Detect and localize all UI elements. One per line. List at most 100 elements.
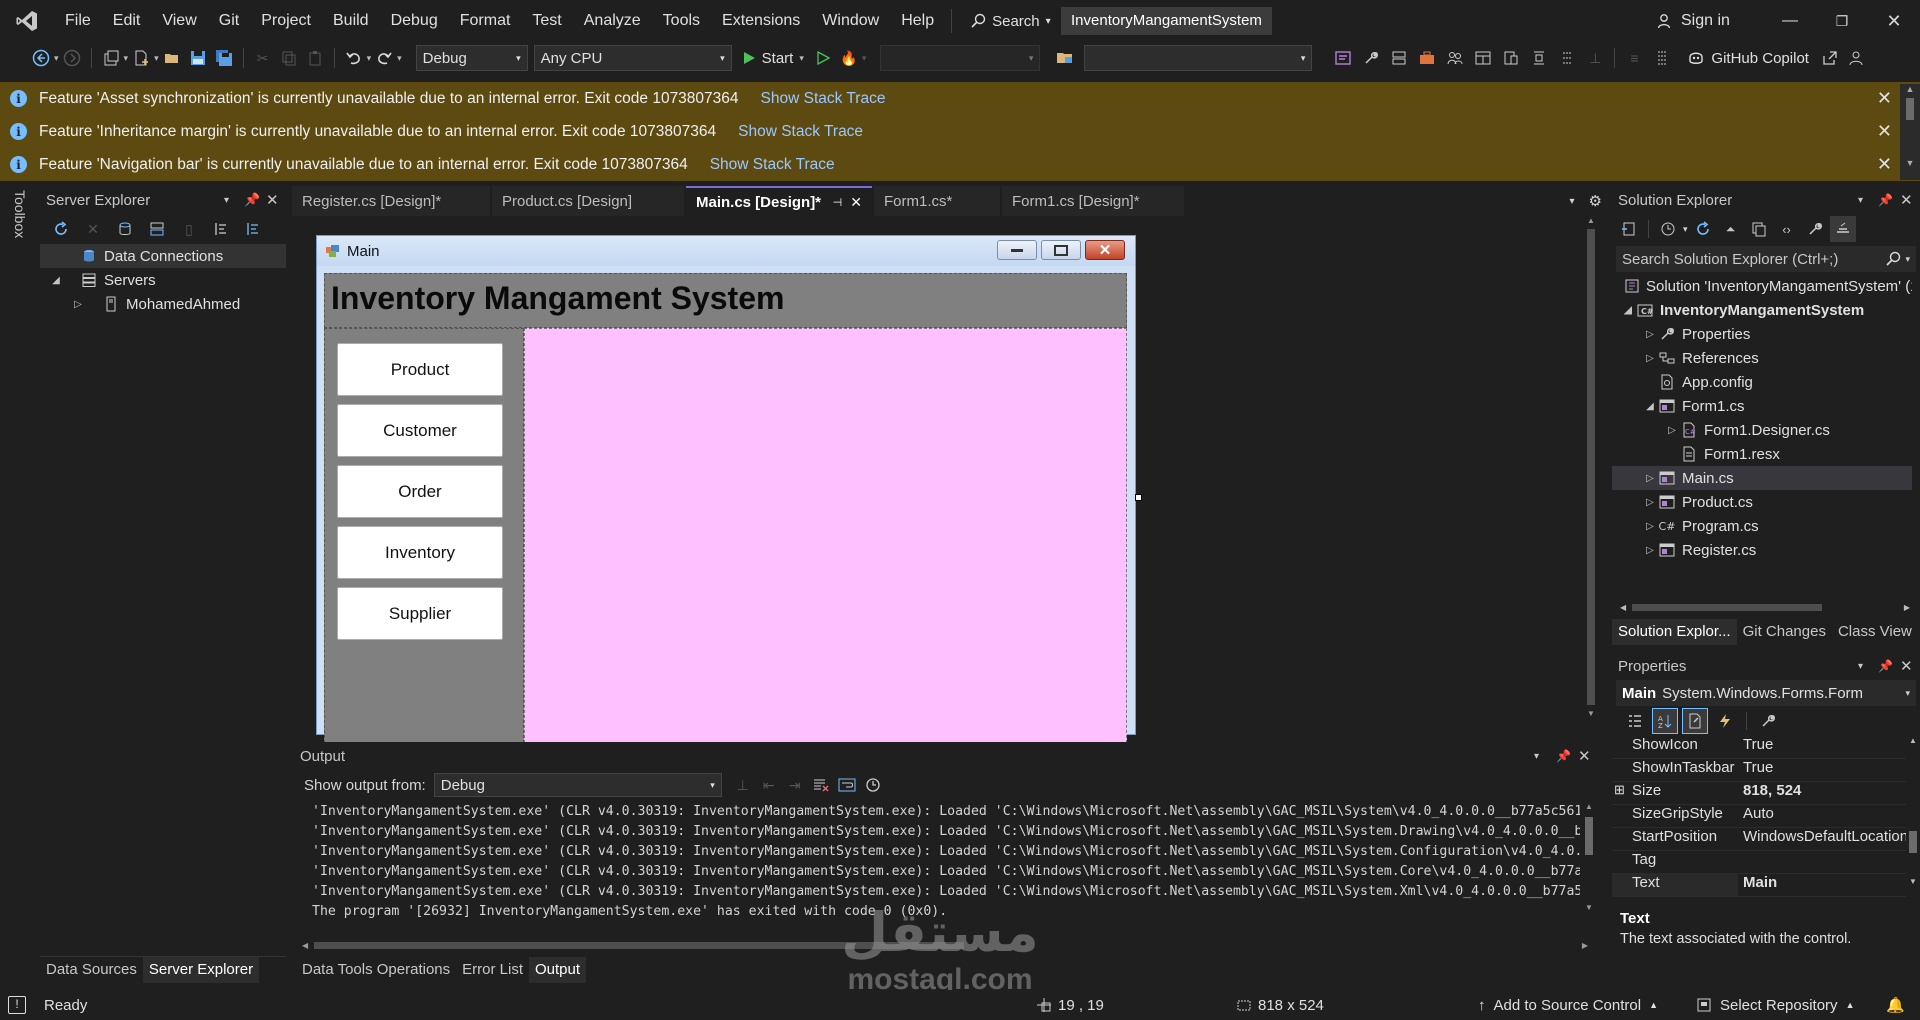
minimize-window-button[interactable]: — bbox=[1764, 4, 1816, 38]
scroll-right-icon[interactable]: ▶ bbox=[1904, 603, 1910, 612]
pin-icon[interactable]: 📌 bbox=[1878, 659, 1900, 673]
collapsed-arrow-icon[interactable]: ▷ bbox=[1642, 329, 1658, 340]
find-in-output-button[interactable]: ⊥ bbox=[730, 772, 756, 798]
hot-reload-button[interactable]: 🔥 bbox=[836, 45, 862, 71]
connect-server-button[interactable] bbox=[144, 216, 170, 242]
notification-status-icon[interactable]: ! bbox=[8, 996, 26, 1014]
form-close-button[interactable]: ✕ bbox=[1085, 240, 1125, 260]
toolbox-tab[interactable]: Toolbox bbox=[12, 190, 28, 260]
cut-button[interactable]: ✂ bbox=[250, 45, 276, 71]
customer-button[interactable]: Customer bbox=[337, 404, 503, 457]
menu-window[interactable]: Window bbox=[811, 0, 890, 42]
show-all-files-button[interactable] bbox=[1746, 216, 1772, 242]
tab-output[interactable]: Output bbox=[528, 957, 587, 983]
expanded-arrow-icon[interactable]: ◢ bbox=[48, 275, 64, 286]
form-maximize-button[interactable] bbox=[1041, 240, 1081, 260]
start-without-debugging-button[interactable] bbox=[810, 45, 836, 71]
select-repository-button[interactable]: Select Repository ▲ bbox=[1696, 997, 1854, 1014]
scroll-left-icon[interactable]: ◀ bbox=[1620, 603, 1626, 612]
scroll-up-icon[interactable]: ▲ bbox=[1900, 84, 1920, 94]
close-icon[interactable]: ✕ bbox=[266, 191, 286, 209]
inventory-button[interactable]: Inventory bbox=[337, 526, 503, 579]
collapse-all-button[interactable] bbox=[208, 216, 234, 242]
chevron-down-icon[interactable]: ▾ bbox=[224, 195, 244, 206]
open-file-button[interactable] bbox=[159, 45, 185, 71]
show-stack-trace-link[interactable]: Show Stack Trace bbox=[761, 90, 886, 108]
center-button[interactable]: ⊥ bbox=[1582, 45, 1608, 71]
menu-project[interactable]: Project bbox=[250, 0, 322, 42]
tree-node-form1-designer[interactable]: ▷ C# Form1.Designer.cs bbox=[1612, 418, 1912, 442]
property-row-text[interactable]: Text Main bbox=[1612, 874, 1906, 897]
debug-target-dropdown[interactable]: ▾ bbox=[880, 45, 1041, 71]
tree-node-form1-cs[interactable]: ◢ Form1.cs bbox=[1612, 394, 1912, 418]
tab-git-changes[interactable]: Git Changes bbox=[1737, 619, 1832, 645]
categorized-button[interactable] bbox=[1622, 708, 1648, 734]
property-value[interactable] bbox=[1738, 851, 1906, 873]
menu-file[interactable]: File bbox=[54, 0, 102, 42]
output-vertical-scrollbar[interactable]: ▲ ▼ bbox=[1582, 802, 1596, 924]
github-copilot-button[interactable]: GitHub Copilot bbox=[1687, 49, 1809, 67]
collapsed-arrow-icon[interactable]: ▷ bbox=[1642, 521, 1658, 532]
add-to-source-control-button[interactable]: ↑ Add to Source Control ▲ bbox=[1478, 997, 1658, 1014]
solution-search-input[interactable]: Search Solution Explorer (Ctrl+;) ▾ bbox=[1616, 246, 1916, 272]
header-panel[interactable]: Inventory Mangament System bbox=[324, 273, 1127, 328]
close-icon[interactable]: ✕ bbox=[1877, 154, 1892, 175]
scrollbar-thumb[interactable] bbox=[1585, 817, 1593, 855]
collapse-all-button[interactable]: ⏶ bbox=[1718, 216, 1744, 242]
output-source-dropdown[interactable]: Debug ▾ bbox=[433, 773, 722, 797]
solution-horizontal-scrollbar[interactable]: ◀ ▶ bbox=[1620, 600, 1910, 614]
properties-view-button[interactable] bbox=[1682, 708, 1708, 734]
view-code-button[interactable]: ‹› bbox=[1774, 216, 1800, 242]
tab-error-list[interactable]: Error List bbox=[456, 957, 529, 983]
property-grid-scrollbar[interactable]: ▲ ▼ bbox=[1906, 736, 1920, 900]
new-item-button[interactable] bbox=[128, 45, 154, 71]
solution-platform-dropdown[interactable]: Any CPU ▾ bbox=[533, 45, 732, 71]
scroll-down-icon[interactable]: ▼ bbox=[1900, 158, 1920, 168]
scroll-up-icon[interactable]: ▲ bbox=[1582, 802, 1596, 811]
tree-node-register-cs[interactable]: ▷ Register.cs bbox=[1612, 538, 1912, 562]
tab-register-design[interactable]: Register.cs [Design]* bbox=[292, 186, 490, 216]
property-value[interactable]: Main bbox=[1738, 874, 1906, 896]
search-button[interactable]: Search ▾ bbox=[960, 6, 1061, 36]
property-value[interactable]: WindowsDefaultLocation bbox=[1738, 828, 1906, 850]
tree-node-data-connections[interactable]: Data Connections bbox=[40, 244, 286, 268]
events-button[interactable] bbox=[1712, 708, 1738, 734]
menu-tools[interactable]: Tools bbox=[652, 0, 711, 42]
expanded-arrow-icon[interactable]: ◢ bbox=[1620, 305, 1636, 316]
undo-button[interactable] bbox=[341, 45, 367, 71]
tab-data-sources[interactable]: Data Sources bbox=[40, 957, 143, 983]
back-button[interactable] bbox=[28, 45, 54, 71]
redo-button[interactable] bbox=[371, 45, 397, 71]
product-button[interactable]: Product bbox=[337, 343, 503, 396]
collapsed-arrow-icon[interactable]: ▷ bbox=[1642, 473, 1658, 484]
tree-node-program-cs[interactable]: ▷ C# Program.cs bbox=[1612, 514, 1912, 538]
chevron-down-icon[interactable]: ▾ bbox=[1858, 195, 1878, 206]
chevron-down-icon[interactable]: ▾ bbox=[1858, 661, 1878, 672]
collapsed-arrow-icon[interactable]: ▷ bbox=[70, 299, 86, 310]
scroll-up-icon[interactable]: ▲ bbox=[1584, 216, 1598, 225]
tab-form1-design[interactable]: Form1.cs [Design]* bbox=[1002, 186, 1184, 216]
chevron-down-icon[interactable]: ▾ bbox=[862, 53, 867, 64]
object-selector-dropdown[interactable]: Main System.Windows.Forms.Form ▾ bbox=[1616, 680, 1916, 706]
team-explorer-button[interactable] bbox=[1442, 45, 1468, 71]
menu-debug[interactable]: Debug bbox=[380, 0, 449, 42]
expanded-arrow-icon[interactable]: ◢ bbox=[1642, 401, 1658, 412]
visual-studio-logo-icon[interactable] bbox=[0, 0, 54, 42]
tree-node-servers[interactable]: ◢ Servers bbox=[40, 268, 286, 292]
scroll-down-icon[interactable]: ▼ bbox=[1584, 709, 1598, 718]
format-document-button[interactable] bbox=[1498, 45, 1524, 71]
pin-icon[interactable]: ⊣ bbox=[833, 196, 843, 209]
scrollbar-thumb[interactable] bbox=[1909, 831, 1917, 853]
form-minimize-button[interactable] bbox=[997, 240, 1037, 260]
send-to-back-button[interactable] bbox=[1649, 45, 1675, 71]
gear-icon[interactable]: ⚙ bbox=[1589, 192, 1602, 210]
scroll-down-icon[interactable]: ▼ bbox=[1906, 877, 1920, 886]
side-nav-panel[interactable]: Product Customer Order Inventory Supplie… bbox=[324, 328, 524, 748]
resize-handle[interactable] bbox=[1135, 494, 1142, 501]
align-button[interactable] bbox=[1526, 45, 1552, 71]
feedback-button[interactable] bbox=[1843, 45, 1869, 71]
tree-node-solution[interactable]: Solution 'InventoryMangamentSystem' (1 o… bbox=[1612, 274, 1912, 298]
tree-node-mohamedahmed[interactable]: ▷ MohamedAhmed bbox=[40, 292, 286, 316]
save-button[interactable] bbox=[185, 45, 211, 71]
preview-selected-items-button[interactable] bbox=[1829, 216, 1856, 242]
